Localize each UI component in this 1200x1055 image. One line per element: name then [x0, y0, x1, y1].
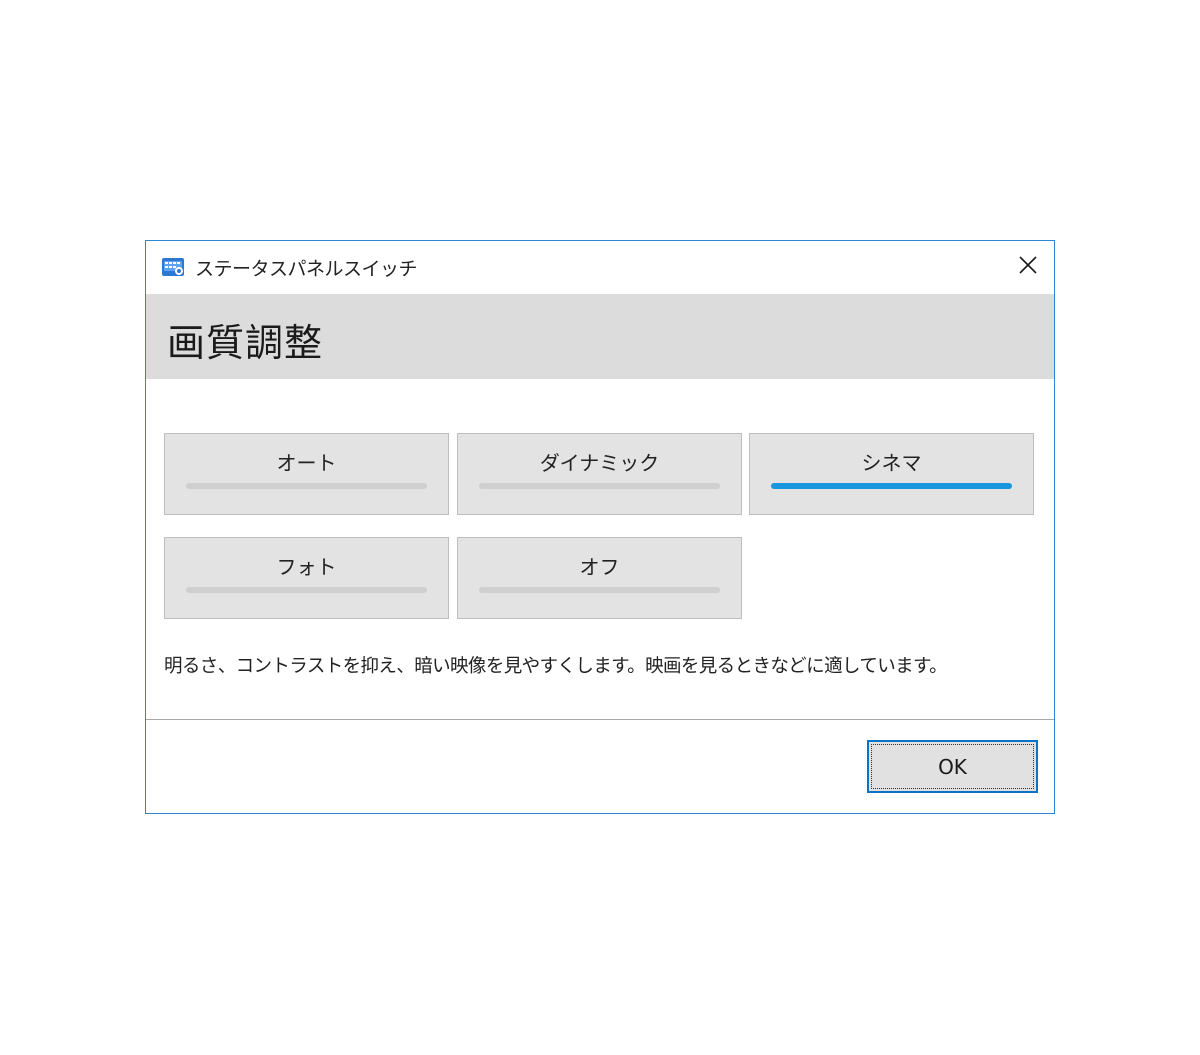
mode-button-dynamic[interactable]: ダイナミック — [457, 433, 742, 515]
title-bar[interactable]: ステータスパネルスイッチ — [146, 241, 1054, 294]
ok-button[interactable]: OK — [867, 740, 1038, 793]
mode-label: フォト — [276, 555, 337, 579]
mode-indicator-bar — [186, 483, 427, 489]
mode-indicator-bar — [479, 587, 720, 593]
mode-indicator-bar-active — [771, 483, 1012, 489]
window-title: ステータスパネルスイッチ — [195, 258, 418, 280]
dialog-window: ステータスパネルスイッチ 画質調整 オート ダイナミック シネマ フォト オフ — [145, 240, 1055, 814]
footer-divider — [146, 719, 1054, 720]
mode-label: オフ — [579, 555, 620, 579]
mode-button-off[interactable]: オフ — [457, 537, 742, 619]
ok-button-label: OK — [938, 755, 967, 779]
close-icon — [1018, 255, 1038, 279]
page-title: 画質調整 — [167, 321, 324, 365]
mode-label: オート — [276, 451, 337, 475]
header-band: 画質調整 — [146, 294, 1054, 379]
mode-indicator-bar — [479, 483, 720, 489]
mode-label: ダイナミック — [539, 451, 660, 475]
mode-label: シネマ — [861, 451, 922, 475]
mode-button-auto[interactable]: オート — [164, 433, 449, 515]
mode-button-photo[interactable]: フォト — [164, 537, 449, 619]
mode-button-cinema[interactable]: シネマ — [749, 433, 1034, 515]
mode-indicator-bar — [186, 587, 427, 593]
mode-description: 明るさ、コントラストを抑え、暗い映像を見やすくします。映画を見るときなどに適して… — [164, 656, 948, 677]
close-button[interactable] — [1006, 247, 1050, 287]
app-icon — [161, 255, 185, 279]
